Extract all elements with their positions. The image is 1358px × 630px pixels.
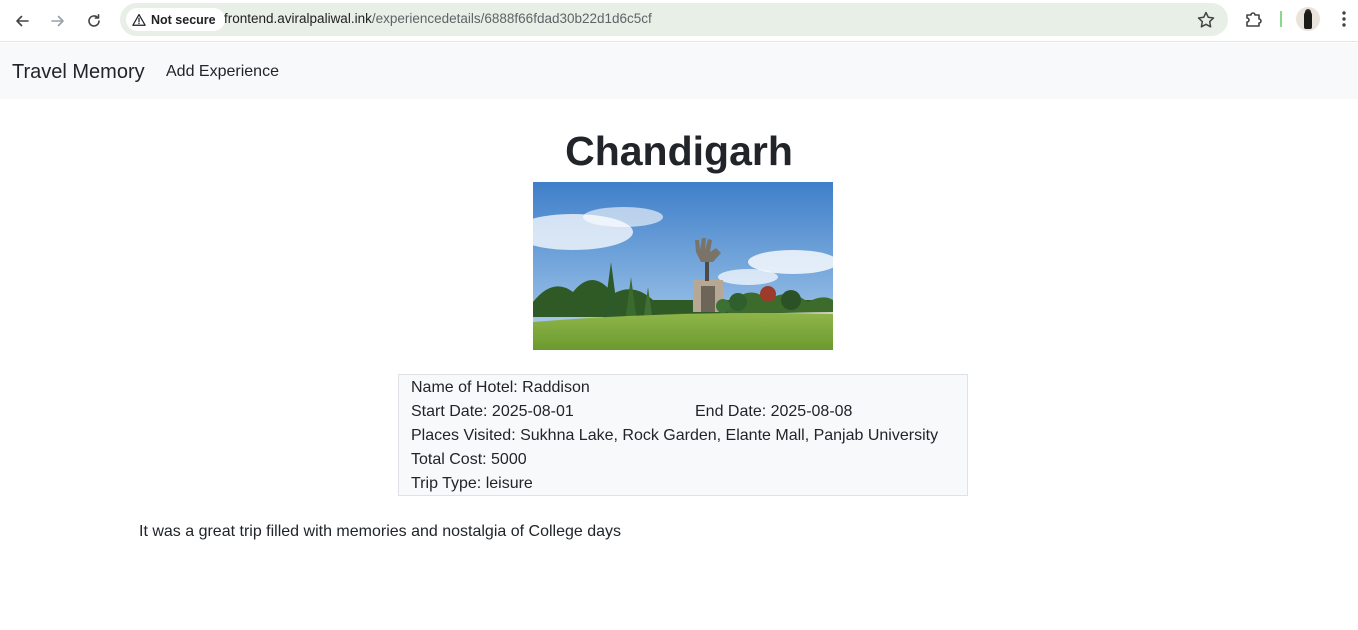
- security-label: Not secure: [151, 12, 216, 27]
- trip-type: Trip Type: leisure: [411, 475, 533, 492]
- forward-button[interactable]: [44, 7, 72, 35]
- reload-icon: [88, 14, 100, 27]
- total-cost: Total Cost: 5000: [411, 451, 527, 468]
- city-photo-illustration: [533, 182, 833, 350]
- end-date: End Date: 2025-08-08: [695, 403, 853, 420]
- url-path: /experiencedetails/6888f66fdad30b22d1d6c…: [371, 11, 652, 26]
- page-title: Chandigarh: [565, 128, 793, 174]
- places-visited: Places Visited: Sukhna Lake, Rock Garden…: [411, 427, 939, 444]
- url-host: frontend.aviralpaliwal.ink: [224, 11, 372, 26]
- warning-triangle-icon: [132, 13, 146, 26]
- browser-toolbar: Not secure frontend.aviralpaliwal.ink/ex…: [0, 0, 1358, 42]
- hotel-name: Name of Hotel: Raddison: [411, 379, 590, 396]
- kebab-menu-icon[interactable]: [1334, 9, 1354, 29]
- brand-link[interactable]: Travel Memory: [12, 61, 145, 84]
- back-button[interactable]: [8, 7, 36, 35]
- toolbar-separator: [1280, 11, 1282, 27]
- experience-photo: [533, 182, 833, 350]
- address-bar[interactable]: Not secure frontend.aviralpaliwal.ink/ex…: [120, 3, 1228, 36]
- start-date: Start Date: 2025-08-01: [411, 403, 574, 420]
- reload-button[interactable]: [80, 7, 108, 35]
- add-experience-link[interactable]: Add Experience: [166, 63, 279, 81]
- site-info-chip[interactable]: Not secure: [126, 8, 225, 31]
- url-text[interactable]: frontend.aviralpaliwal.ink/experiencedet…: [224, 11, 652, 26]
- experience-details-card: Name of Hotel: Raddison Start Date: 2025…: [398, 374, 968, 496]
- star-icon[interactable]: [1196, 10, 1216, 30]
- puzzle-icon[interactable]: [1243, 8, 1265, 30]
- experience-description: It was a great trip filled with memories…: [139, 523, 622, 540]
- app-navbar: Travel Memory Add Experience: [0, 43, 1358, 99]
- arrow-left-icon: [16, 15, 29, 27]
- arrow-right-icon: [51, 15, 64, 27]
- profile-avatar[interactable]: [1296, 7, 1320, 31]
